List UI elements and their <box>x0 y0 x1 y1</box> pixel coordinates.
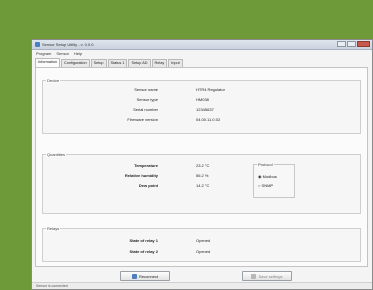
relay-2-value: Opened <box>196 249 211 254</box>
maximize-icon[interactable] <box>347 41 356 47</box>
temperature-label: Temperature <box>134 163 158 168</box>
window-title: Sensor Setup Utility - v. 0.0.0 <box>42 42 94 47</box>
radio-modbus-label: Modbus <box>262 174 277 179</box>
relay-2-label: State of relay 2 <box>129 249 158 254</box>
serial-number-label: Serial number <box>133 107 158 112</box>
tab-setup[interactable]: Setup <box>90 59 107 67</box>
reconnect-button-label: Reconnect <box>138 274 159 279</box>
relay-1-value: Opened <box>196 238 211 243</box>
information-panel: Device Sensor name HTR4 Regulator Sensor… <box>35 67 368 267</box>
sensor-type-value: HM038 <box>196 97 209 102</box>
status-text: Sensor is connected <box>36 283 68 288</box>
app-window: Sensor Setup Utility - v. 0.0.0 Program … <box>31 39 373 290</box>
firmware-version-value: 04.00.11.0.02 <box>196 117 221 122</box>
tab-strip: Information Configuration Setup Status 1… <box>35 58 372 67</box>
dew-point-label: Dew point <box>138 183 158 188</box>
sensor-name-value: HTR4 Regulator <box>196 87 225 92</box>
radio-snmp[interactable]: ○ SNMP <box>258 183 273 188</box>
save-icon <box>251 274 257 280</box>
save-settings-button-label: Save settings <box>258 274 283 279</box>
window-controls <box>337 41 370 47</box>
tab-input[interactable]: Input <box>168 59 183 67</box>
reconnect-button[interactable]: Reconnect <box>120 271 170 281</box>
menu-bar: Program Sensor Help <box>32 50 372 57</box>
close-icon[interactable] <box>357 41 370 47</box>
radio-modbus[interactable]: ◉ Modbus <box>258 174 277 179</box>
device-group-title: Device <box>46 78 61 83</box>
serial-number-value: 12345637 <box>196 107 214 112</box>
protocol-title: Protocol <box>257 162 274 167</box>
dew-point-value: 14.2 °C <box>196 183 210 188</box>
tab-information[interactable]: Information <box>35 58 60 67</box>
sensor-type-label: Sensor type <box>136 97 158 102</box>
menu-help[interactable]: Help <box>74 50 82 57</box>
tab-status-1[interactable]: Status 1 <box>107 59 128 67</box>
quantities-group-title: Quantities <box>46 152 67 157</box>
save-settings-button[interactable]: Save settings <box>242 271 292 281</box>
status-bar: Sensor is connected <box>32 282 372 289</box>
tab-configuration[interactable]: Configuration <box>61 59 90 67</box>
quantities-group: Quantities Temperature 23.2 °C Relative … <box>42 152 361 214</box>
tab-setup-ad[interactable]: Setup AD <box>128 59 151 67</box>
protocol-group: Protocol ◉ Modbus ○ SNMP <box>253 162 295 198</box>
minimize-icon[interactable] <box>337 41 346 47</box>
tab-relay[interactable]: Relay <box>151 59 168 67</box>
plug-icon <box>131 274 137 280</box>
relay-1-label: State of relay 1 <box>129 238 158 243</box>
menu-sensor[interactable]: Sensor <box>56 50 69 57</box>
relays-group-title: Relays <box>46 226 61 231</box>
relays-group: Relays State of relay 1 Opened State of … <box>42 226 361 262</box>
title-bar: Sensor Setup Utility - v. 0.0.0 <box>32 40 372 50</box>
firmware-version-label: Firmware version <box>127 117 158 122</box>
relative-humidity-label: Relative humidity <box>124 173 158 178</box>
sensor-name-label: Sensor name <box>134 87 158 92</box>
menu-program[interactable]: Program <box>36 50 51 57</box>
app-icon <box>35 42 40 47</box>
radio-snmp-label: SNMP <box>261 183 274 188</box>
relative-humidity-value: 56.2 % <box>196 173 209 178</box>
temperature-value: 23.2 °C <box>196 163 210 168</box>
device-group: Device Sensor name HTR4 Regulator Sensor… <box>42 78 361 134</box>
